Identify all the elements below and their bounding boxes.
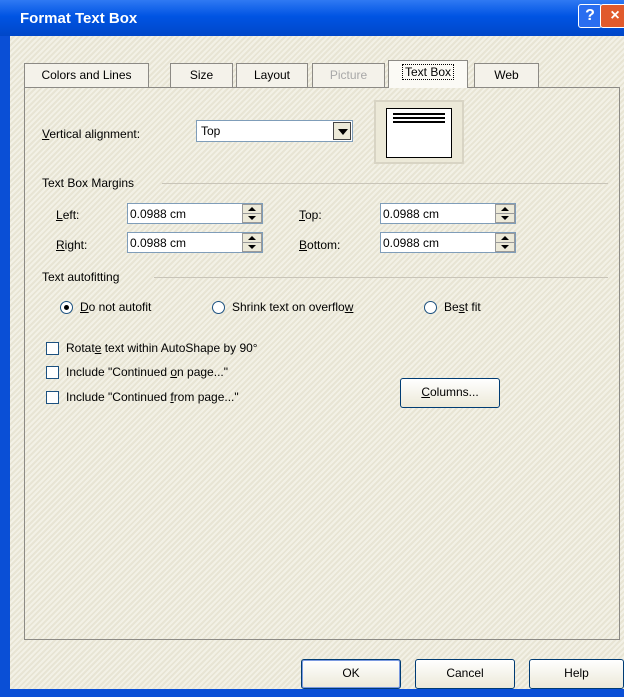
tab-panel	[24, 87, 620, 640]
tab-picture[interactable]: Picture	[312, 63, 385, 87]
text-box-margins-label: Text Box Margins	[42, 176, 135, 190]
spin-down-icon[interactable]	[495, 242, 515, 252]
tab-label: Picture	[329, 68, 368, 82]
left-margin-spinner[interactable]: 0.0988 cm	[127, 203, 263, 224]
top-margin-label: Top:	[299, 208, 322, 222]
tab-text-box[interactable]: Text Box	[388, 60, 468, 88]
do-not-autofit-label[interactable]: Do not autofit	[80, 300, 151, 314]
spin-down-icon[interactable]	[242, 213, 262, 223]
preview-line	[393, 113, 445, 115]
chevron-down-icon[interactable]	[333, 122, 351, 140]
continued-from-label[interactable]: Include "Continued from page..."	[66, 390, 239, 404]
do-not-autofit-radio[interactable]	[60, 301, 73, 314]
ok-button[interactable]: OK	[301, 659, 401, 689]
columns-button[interactable]: Columns...	[400, 378, 500, 408]
cancel-button[interactable]: Cancel	[415, 659, 515, 689]
vertical-alignment-label: Vertical alignment:	[42, 127, 141, 141]
right-margin-value: 0.0988 cm	[130, 236, 187, 250]
shrink-text-label[interactable]: Shrink text on overflow	[232, 300, 353, 314]
vertical-alignment-select[interactable]: Top	[196, 120, 353, 142]
tab-label: Layout	[253, 68, 291, 82]
preview-line	[393, 121, 445, 123]
window-title: Format Text Box	[20, 10, 138, 27]
rotate-text-label[interactable]: Rotate text within AutoShape by 90°	[66, 341, 258, 355]
spin-down-icon[interactable]	[495, 213, 515, 223]
tab-label: Colors and Lines	[41, 68, 132, 82]
title-bar[interactable]: Format Text Box ? ×	[0, 0, 624, 36]
text-autofitting-label: Text autofitting	[42, 270, 120, 284]
preview-line	[393, 117, 445, 119]
top-margin-value: 0.0988 cm	[383, 207, 440, 221]
spin-down-icon[interactable]	[242, 242, 262, 252]
help-button[interactable]: Help	[529, 659, 624, 689]
shrink-text-radio[interactable]	[212, 301, 225, 314]
close-icon[interactable]: ×	[600, 4, 624, 28]
tab-layout[interactable]: Layout	[236, 63, 308, 87]
left-margin-value: 0.0988 cm	[130, 207, 187, 221]
help-icon[interactable]: ?	[578, 4, 602, 28]
group-divider	[154, 277, 608, 278]
tab-size[interactable]: Size	[170, 63, 233, 87]
tab-label: Text Box	[401, 64, 455, 80]
tab-label: Size	[189, 68, 214, 82]
right-margin-spinner[interactable]: 0.0988 cm	[127, 232, 263, 253]
best-fit-radio[interactable]	[424, 301, 437, 314]
continued-from-checkbox[interactable]	[46, 391, 59, 404]
tab-web[interactable]: Web	[474, 63, 539, 87]
tab-colors-and-lines[interactable]: Colors and Lines	[24, 63, 149, 87]
best-fit-label[interactable]: Best fit	[444, 300, 481, 314]
bottom-margin-label: Bottom:	[299, 238, 341, 252]
bottom-margin-spinner[interactable]: 0.0988 cm	[380, 232, 516, 253]
vertical-alignment-value: Top	[201, 124, 221, 138]
right-margin-label: Right:	[56, 238, 88, 252]
bottom-margin-value: 0.0988 cm	[383, 236, 440, 250]
group-divider	[162, 183, 608, 184]
alignment-preview	[374, 100, 464, 164]
rotate-text-checkbox[interactable]	[46, 342, 59, 355]
format-text-box-dialog: Format Text Box ? × Colors and Lines Siz…	[0, 0, 624, 697]
dialog-body: Colors and Lines Size Layout Picture Tex…	[10, 36, 624, 689]
tab-label: Web	[494, 68, 519, 82]
left-margin-label: Left:	[56, 208, 80, 222]
preview-box	[386, 108, 452, 158]
top-margin-spinner[interactable]: 0.0988 cm	[380, 203, 516, 224]
continued-on-checkbox[interactable]	[46, 366, 59, 379]
continued-on-label[interactable]: Include "Continued on page..."	[66, 365, 228, 379]
